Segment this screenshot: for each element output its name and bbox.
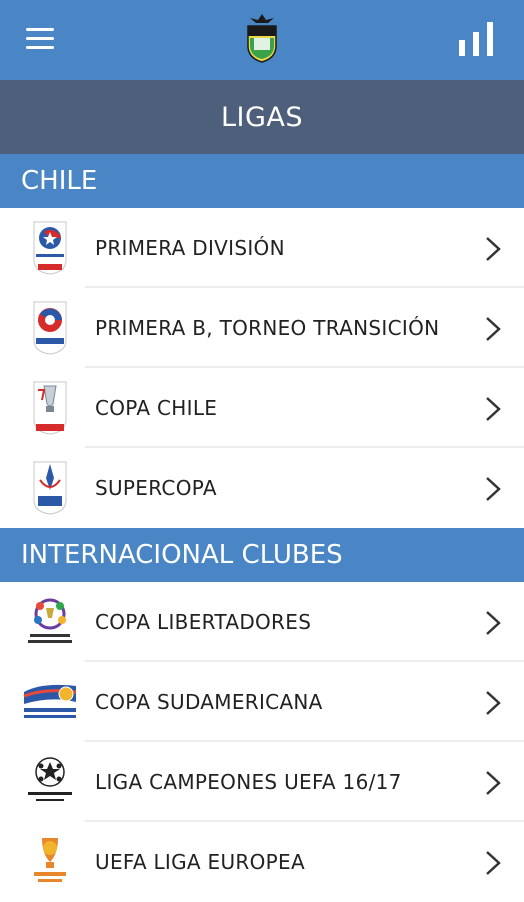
league-label: COPA CHILE: [95, 396, 218, 420]
top-app-bar: [0, 0, 524, 80]
chevron-right-icon: [486, 851, 501, 875]
bar-chart-icon[interactable]: [458, 22, 494, 56]
hamburger-menu-icon: [26, 28, 54, 31]
hamburger-line: [26, 37, 54, 40]
section-header-chile: CHILE: [0, 154, 524, 208]
league-label: SUPERCOPA: [95, 476, 217, 500]
league-row-primera-b[interactable]: PRIMERA B, TORNEO TRANSICIÓN: [0, 288, 524, 368]
page-title: LIGAS: [0, 80, 524, 154]
hamburger-line: [26, 46, 54, 49]
chevron-right-icon: [486, 611, 501, 635]
copa-libertadores-logo: [28, 598, 72, 643]
league-label: LIGA CAMPEONES UEFA 16/17: [95, 770, 402, 794]
league-row-europa-league[interactable]: UEFA LIGA EUROPEA: [0, 822, 524, 902]
menu-button[interactable]: [26, 28, 54, 50]
chevron-right-icon: [486, 771, 501, 795]
supercopa-logo: [33, 461, 67, 515]
champions-league-logo: [28, 757, 72, 801]
league-row-copa-sudamericana[interactable]: COPA SUDAMERICANA: [0, 662, 524, 742]
primera-b-logo: [33, 301, 67, 355]
copa-chile-logo: [33, 381, 67, 435]
chevron-right-icon: [486, 691, 501, 715]
league-label: COPA SUDAMERICANA: [95, 690, 323, 714]
chevron-right-icon: [486, 237, 501, 261]
chevron-right-icon: [486, 397, 501, 421]
primera-division-logo: [33, 221, 67, 275]
league-row-champions-league[interactable]: LIGA CAMPEONES UEFA 16/17: [0, 742, 524, 822]
chevron-right-icon: [486, 317, 501, 341]
league-label: COPA LIBERTADORES: [95, 610, 312, 634]
club-crest-logo: [247, 14, 277, 63]
league-row-primera-division[interactable]: PRIMERA DIVISIÓN: [0, 208, 524, 288]
league-label: PRIMERA B, TORNEO TRANSICIÓN: [95, 316, 440, 340]
copa-sudamericana-logo: [23, 684, 77, 718]
league-row-supercopa[interactable]: SUPERCOPA: [0, 448, 524, 528]
section-header-internacional: INTERNACIONAL CLUBES: [0, 528, 524, 582]
league-row-copa-libertadores[interactable]: COPA LIBERTADORES: [0, 582, 524, 662]
league-row-copa-chile[interactable]: COPA CHILE: [0, 368, 524, 448]
league-label: UEFA LIGA EUROPEA: [95, 850, 305, 874]
europa-league-logo: [34, 838, 66, 882]
chevron-right-icon: [486, 477, 501, 501]
league-label: PRIMERA DIVISIÓN: [95, 236, 285, 260]
